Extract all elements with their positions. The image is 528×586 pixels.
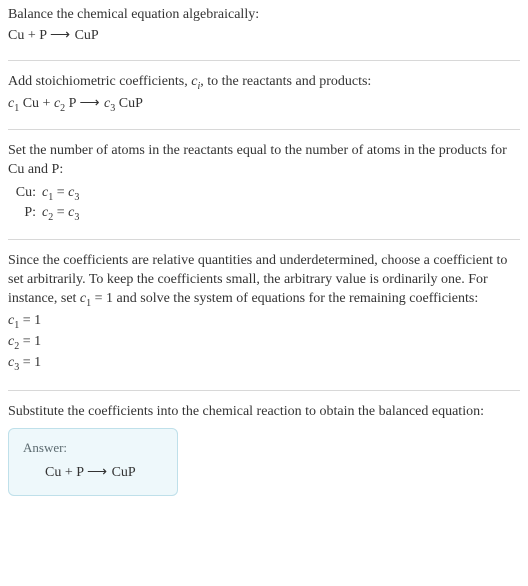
row-label-p: P: (8, 204, 36, 224)
balanced-equation: Cu + P ⟶ CuP (23, 464, 163, 483)
c3: c (101, 96, 111, 111)
term-cup: CuP (115, 96, 143, 111)
cu-rhs-s: 3 (74, 192, 79, 203)
eq-rhs: CuP (75, 28, 99, 43)
p-rhs-s: 3 (74, 212, 79, 223)
coef-equation: c1 Cu + c2 P ⟶ c3 CuP (8, 95, 520, 115)
intro-text-a: Add stoichiometric coefficients, (8, 74, 191, 89)
ans-rhs: CuP (112, 465, 136, 480)
term-p: P (65, 96, 79, 111)
coef-row: c1 = 1 (8, 312, 520, 332)
unbalanced-equation: Cu + P ⟶ CuP (8, 27, 520, 46)
ans-lhs: Cu + P (45, 465, 84, 480)
coef-intro: Add stoichiometric coefficients, ci, to … (8, 73, 520, 93)
coef-row: c3 = 1 (8, 354, 520, 374)
coef-solutions: c1 = 1 c2 = 1 c3 = 1 (8, 312, 520, 375)
problem-title: Balance the chemical equation algebraica… (8, 6, 520, 25)
c-val: = 1 (19, 334, 41, 349)
answer-box: Answer: Cu + P ⟶ CuP (8, 428, 178, 496)
arrow-icon: ⟶ (79, 96, 100, 111)
term-cu: Cu + (19, 96, 54, 111)
p-eq: = (53, 205, 68, 220)
balance-intro: Set the number of atoms in the reactants… (8, 142, 520, 180)
solve-text-b: = 1 and solve the system of equations fo… (91, 291, 478, 306)
section-atom-balance: Set the number of atoms in the reactants… (8, 142, 520, 239)
intro-text-b: , to the reactants and products: (200, 74, 371, 89)
solve-intro: Since the coefficients are relative quan… (8, 252, 520, 310)
eq-lhs: Cu + P (8, 28, 47, 43)
row-eq-p: c2 = c3 (42, 204, 520, 224)
section-solve: Since the coefficients are relative quan… (8, 252, 520, 391)
row-eq-cu: c1 = c3 (42, 184, 520, 204)
arrow-icon: ⟶ (50, 28, 71, 43)
c-val: = 1 (19, 313, 41, 328)
c-val: = 1 (19, 355, 41, 370)
row-label-cu: Cu: (8, 184, 36, 204)
cu-eq: = (53, 185, 68, 200)
arrow-icon: ⟶ (87, 465, 108, 480)
section-problem: Balance the chemical equation algebraica… (8, 6, 520, 61)
answer-intro: Substitute the coefficients into the che… (8, 403, 520, 422)
atoms-table: Cu: c1 = c3 P: c2 = c3 (8, 184, 520, 225)
answer-label: Answer: (23, 439, 163, 457)
section-answer: Substitute the coefficients into the che… (8, 403, 520, 496)
coef-row: c2 = 1 (8, 333, 520, 353)
section-add-coefficients: Add stoichiometric coefficients, ci, to … (8, 73, 520, 131)
